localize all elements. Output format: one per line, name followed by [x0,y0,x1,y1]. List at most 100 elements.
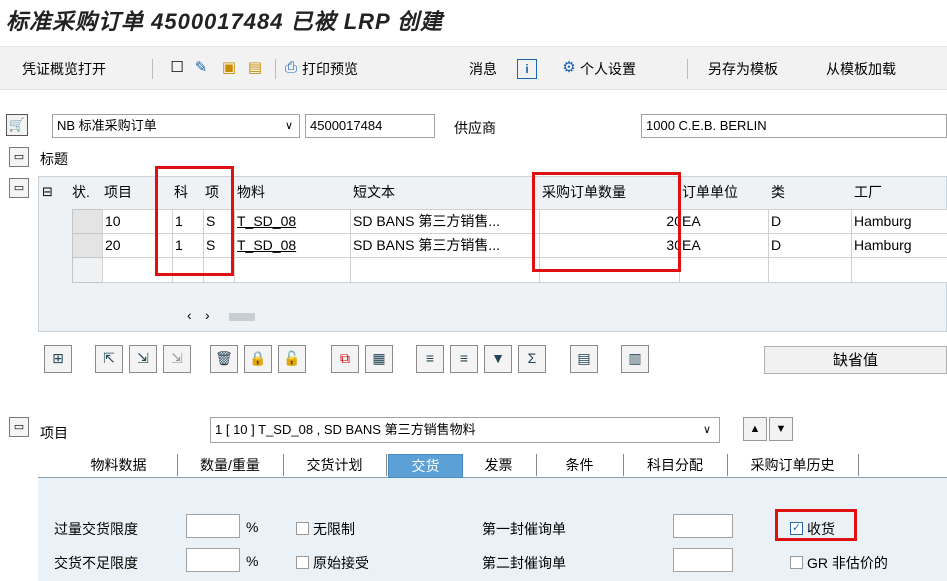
expand-header-icon[interactable]: ▭ [9,147,29,167]
allocation-icon[interactable]: ▦ [365,345,393,373]
application-toolbar: 凭证概览打开 ☐ ✎ ▣ ▤ ⎙ 打印预览 消息 i ⚙ 个人设置 另存为模板 … [0,46,947,90]
unlimited-checkbox[interactable] [296,522,309,535]
empty-cell[interactable] [768,257,855,283]
item-selector-value: 1 [ 10 ] T_SD_08 , SD BANS 第三方销售物料 [215,422,476,437]
chevron-down-icon: ∨ [284,120,293,132]
horizontal-scrollbar[interactable] [229,313,255,321]
document-icon[interactable]: ▤ [570,345,598,373]
short-text-cell[interactable]: SD BANS 第三方销售... [350,233,543,259]
scroll-left-icon[interactable]: ‹ [187,307,192,323]
scroll-right-icon[interactable]: › [205,307,210,323]
underdelivery-label: 交货不足限度 [54,555,138,571]
delete-icon[interactable]: 🗑 [210,345,238,373]
empty-cell[interactable] [350,257,543,283]
tab-account-assignment[interactable]: 科目分配 [623,454,728,476]
doc-overview-button[interactable]: 凭证概览打开 [22,59,106,79]
tab-invoice[interactable]: 发票 [461,454,537,476]
info-icon[interactable]: i [517,59,537,79]
empty-cell[interactable] [851,257,947,283]
previous-item-button[interactable]: ▲ [743,417,767,441]
default-values-button[interactable]: 缺省值 [764,346,947,374]
toolbar-separator [275,59,276,79]
select-all-icon[interactable]: ⊟ [39,177,72,207]
tab-material-data[interactable]: 物料数据 [60,454,178,476]
short-text-cell[interactable]: SD BANS 第三方销售... [350,209,543,235]
collapse-items-icon[interactable]: ▭ [9,178,29,198]
highlight-acct-cat [155,166,234,276]
column-header-type[interactable]: 类 [768,177,785,207]
doc-type-value: NB 标准采购订单 [57,118,157,133]
highlight-quantity [532,172,681,272]
layout-icon[interactable]: ▥ [621,345,649,373]
filter-icon[interactable]: ▼ [484,345,512,373]
reminder1-field[interactable] [673,514,733,538]
save-as-template-button[interactable]: 另存为模板 [708,59,778,79]
unlock-icon[interactable]: 🔓 [278,345,306,373]
column-header-status[interactable]: 状. [69,177,90,207]
highlight-goods-receipt [775,509,857,541]
po-number-field[interactable]: 4500017484 [305,114,435,138]
vendor-field[interactable]: 1000 C.E.B. BERLIN [641,114,947,138]
sort-ascending-icon[interactable]: ≡ [416,345,444,373]
reminder2-field[interactable] [673,548,733,572]
row-selector[interactable] [72,233,104,259]
overdelivery-field[interactable] [186,514,240,538]
material-cell[interactable]: T_SD_08 [234,209,354,235]
percent-unit: % [246,519,259,535]
percent-unit: % [246,553,259,569]
plant-cell[interactable]: Hamburg [851,209,947,235]
toolbar-separator [687,59,688,79]
other-po-icon[interactable]: ▣ [220,59,238,77]
tab-conditions[interactable]: 条件 [536,454,624,476]
column-header-plant[interactable]: 工厂 [851,177,882,207]
type-cell[interactable]: D [768,209,855,235]
collapse-item-detail-icon[interactable]: ▭ [9,417,29,437]
row-selector[interactable] [72,257,104,283]
item-selector-select[interactable]: 1 [ 10 ] T_SD_08 , SD BANS 第三方销售物料 ∨ [210,417,720,443]
details-icon[interactable]: ⊞ [44,345,72,373]
print-preview-button[interactable]: 打印预览 [302,59,358,79]
material-cell[interactable]: T_SD_08 [234,233,354,259]
tab-po-history[interactable]: 采购订单历史 [727,454,859,476]
plant-cell[interactable]: Hamburg [851,233,947,259]
add-row-icon[interactable]: ⇱ [95,345,123,373]
column-header-unit[interactable]: 订单单位 [679,177,738,207]
paste-row-icon[interactable]: ⇲ [163,345,191,373]
reminder2-label: 第二封催询单 [482,555,566,571]
lock-icon[interactable]: 🔒 [244,345,272,373]
gr-non-valuated-checkbox[interactable] [790,556,803,569]
row-selector[interactable] [72,209,104,235]
personal-settings-button[interactable]: 个人设置 [580,59,636,79]
next-item-button[interactable]: ▼ [769,417,793,441]
copy-icon[interactable]: ⧉ [331,345,359,373]
type-cell[interactable]: D [768,233,855,259]
tab-delivery-schedule[interactable]: 交货计划 [283,454,387,476]
hold-icon[interactable]: ▤ [246,59,264,77]
sort-descending-icon[interactable]: ≡ [450,345,478,373]
doc-type-select[interactable]: NB 标准采购订单 ∨ [52,114,300,138]
page-title: 标准采购订单 4500017484 已被 LRP 创建 [6,9,443,34]
messages-button[interactable]: 消息 [469,59,497,79]
column-header-material[interactable]: 物料 [234,177,265,207]
tab-delivery[interactable]: 交货 [388,454,463,478]
original-accept-checkbox[interactable] [296,556,309,569]
print-preview-icon[interactable]: ⎙ [282,59,300,77]
display-change-icon[interactable]: ✎ [192,59,210,77]
copy-row-icon[interactable]: ⇲ [129,345,157,373]
total-icon[interactable]: Σ [518,345,546,373]
load-from-template-button[interactable]: 从模板加载 [826,59,896,79]
empty-cell[interactable] [679,257,772,283]
empty-cell[interactable] [234,257,354,283]
unit-cell[interactable]: EA [679,209,772,235]
overdelivery-label: 过量交货限度 [54,521,138,537]
cart-icon[interactable]: 🛒 [6,114,28,136]
new-document-icon[interactable]: ☐ [168,59,186,77]
underdelivery-field[interactable] [186,548,240,572]
column-header-item[interactable]: 项目 [101,177,132,207]
unit-cell[interactable]: EA [679,233,772,259]
header-section-title: 标题 [40,151,68,167]
column-header-short-text[interactable]: 短文本 [350,177,395,207]
personal-settings-icon[interactable]: ⚙ [560,59,578,77]
toolbar-separator [152,59,153,79]
tab-quantity-weight[interactable]: 数量/重量 [177,454,284,476]
